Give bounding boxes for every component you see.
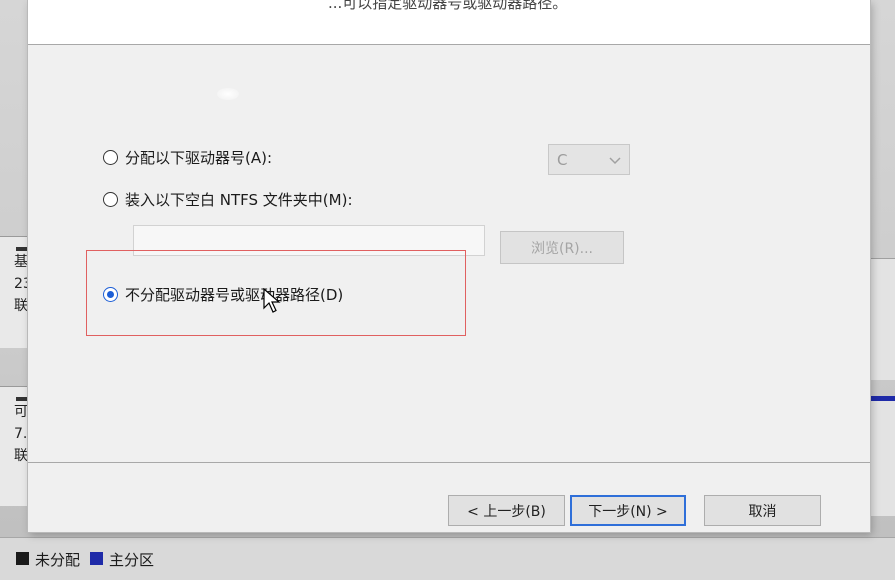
radio-label: 装入以下空白 NTFS 文件夹中(M): [125, 191, 353, 209]
chevron-down-icon [609, 151, 621, 169]
radio-assign-drive-letter[interactable]: 分配以下驱动器号(A): [103, 147, 272, 168]
legend-swatch-unallocated [16, 551, 29, 565]
legend-swatch-primary [90, 551, 104, 565]
radio-label: 分配以下驱动器号(A): [125, 149, 273, 167]
footer-divider [28, 462, 870, 463]
radio-mount-ntfs-folder[interactable]: 装入以下空白 NTFS 文件夹中(M): [103, 189, 353, 210]
browse-button[interactable]: 浏览(R)... [500, 231, 624, 264]
mouse-cursor-icon [263, 288, 281, 313]
radio-button[interactable] [103, 150, 118, 165]
header-divider [28, 44, 870, 45]
wizard-subtitle: ...可以指定驱动器号或驱动器路径。 [328, 0, 568, 12]
back-button[interactable]: < 上一步(B) [448, 495, 565, 526]
wizard-header: ...可以指定驱动器号或驱动器路径。 [28, 0, 870, 44]
legend-item-primary: 主分区 [90, 549, 154, 570]
radio-button[interactable] [103, 192, 118, 207]
legend-item-unallocated: 未分配 [16, 549, 80, 570]
next-button[interactable]: 下一步(N) > [570, 495, 686, 526]
new-volume-wizard-dialog: ...可以指定驱动器号或驱动器路径。 分配以下驱动器号(A): C 装入以下空白… [28, 0, 870, 532]
cancel-button[interactable]: 取消 [704, 495, 821, 526]
drive-letter-value: C [557, 150, 568, 169]
screen-glare [217, 88, 239, 100]
legend: 未分配 主分区 [0, 537, 895, 580]
drive-letter-select[interactable]: C [548, 144, 630, 175]
